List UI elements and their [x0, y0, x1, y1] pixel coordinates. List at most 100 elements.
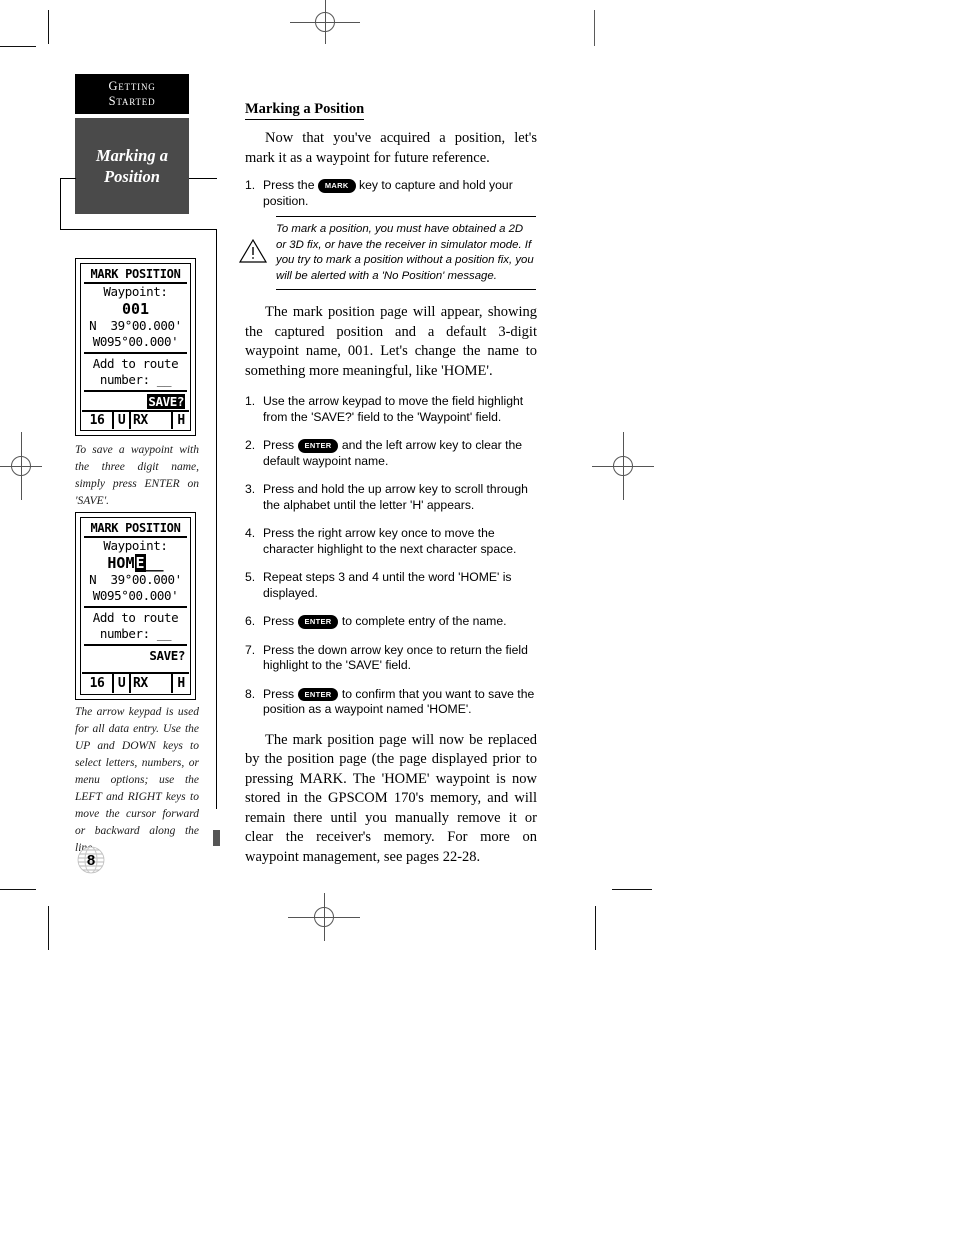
step-number: 4.: [245, 526, 256, 540]
gps-status-unit: U: [114, 674, 131, 693]
paragraph-mark-position-page: The mark position page will appear, show…: [245, 304, 537, 379]
section-tab-marking-a-position: Marking a Position: [75, 118, 189, 214]
gps-route-label: Add to route: [92, 610, 179, 625]
caption-second-screen: The arrow keypad is used for all data en…: [75, 706, 199, 854]
gps-waypoint-label: Waypoint:: [103, 284, 168, 299]
gps-status-sats: 16: [82, 674, 114, 693]
gps-longitude: W095°00.000': [92, 588, 179, 603]
gps-route-number: number: __: [99, 626, 172, 641]
list-item: 1. Press the MARK key to capture and hold…: [245, 178, 537, 209]
gps-divider-lower: [84, 390, 187, 392]
gps-divider-lower: [84, 644, 187, 646]
registration-mark-top: [290, 0, 360, 44]
gps-screen-mark-position-default: MARK POSITION Waypoint: 001 N 39°00.000'…: [75, 258, 196, 436]
step-text-pre: Press and hold the up arrow key to scrol…: [263, 482, 528, 512]
registration-mark-right: [592, 432, 654, 500]
step-number: 1.: [245, 394, 256, 408]
warning-note: To mark a position, you must have obtain…: [238, 216, 538, 290]
crop-mark-top-left-vertical: [48, 10, 49, 44]
gps-status-flag: H: [177, 676, 185, 691]
gps-status-mode: RX: [131, 412, 173, 429]
enter-key-badge: ENTER: [297, 439, 339, 453]
registration-mark-bottom: [288, 893, 360, 941]
gps-divider-upper: [84, 352, 187, 354]
caption-first-screen: To save a waypoint with the three digit …: [75, 444, 199, 507]
list-item: 1. Use the arrow keypad to move the field…: [245, 394, 537, 425]
list-item: 4. Press the right arrow key once to move…: [245, 526, 537, 557]
gps-waypoint-prefix: HOM: [107, 554, 135, 572]
gps-longitude: W095°00.000': [92, 334, 179, 349]
mark-key-badge: MARK: [317, 179, 356, 193]
gps-status-unit: U: [114, 412, 131, 429]
chapter-tab-line1: Getting: [108, 79, 156, 93]
registration-mark-left: [0, 432, 42, 500]
list-item: 6. Press ENTER to complete entry of the n…: [245, 614, 537, 630]
enter-key-badge: ENTER: [297, 687, 339, 701]
list-item: 8. Press ENTER to confirm that you want t…: [245, 687, 537, 718]
warning-triangle-icon: [238, 238, 268, 263]
gps-status-mode: RX: [131, 674, 173, 693]
step-text-pre: Press: [263, 686, 295, 701]
gps-screen-title: MARK POSITION: [84, 520, 187, 538]
step-number: 8.: [245, 686, 256, 701]
intro-paragraph: Now that you've acquired a position, let…: [245, 130, 537, 166]
step-text-pre: Press the right arrow key once to move t…: [263, 526, 517, 556]
step-number: 1.: [245, 178, 256, 192]
gps-waypoint-value: HOME__: [81, 554, 190, 572]
gps-latitude: N 39°00.000': [89, 318, 182, 333]
list-item: 5. Repeat steps 3 and 4 until the word 'H…: [245, 570, 537, 601]
paragraph-closing: The mark position page will now be repla…: [245, 731, 537, 865]
crop-mark-bottom-right-horizontal: [612, 889, 652, 890]
step-number: 2.: [245, 438, 256, 452]
registration-tick-right-upper: [594, 10, 595, 46]
gps-blank-area: [81, 664, 190, 672]
gps-latitude: N 39°00.000': [89, 572, 182, 587]
margin-tick-mark: [213, 830, 220, 846]
gps-save-field: SAVE?: [81, 394, 190, 410]
crop-mark-top-left-horizontal: [0, 46, 36, 47]
gps-status-sats: 16: [82, 412, 114, 429]
margin-rule-right-vertical: [216, 229, 217, 809]
step-text-pre: Use the arrow keypad to move the field h…: [263, 394, 524, 424]
tab-rule-right: [189, 178, 217, 179]
main-content-column: Marking a Position Now that you've acqui…: [245, 100, 537, 222]
gps-status-flag: H: [177, 413, 185, 428]
gps-waypoint-cursor-char: E: [134, 554, 146, 572]
enter-key-badge: ENTER: [297, 615, 339, 629]
list-item: 2. Press ENTER and the left arrow key to …: [245, 438, 537, 469]
gps-divider-upper: [84, 606, 187, 608]
note-divider-bottom: [276, 289, 536, 290]
gps-waypoint-suffix: __: [145, 554, 164, 572]
page-number: 8: [86, 851, 96, 869]
step-number: 5.: [245, 570, 256, 584]
gps-status-bar: 16 U RX H: [82, 410, 189, 429]
crop-mark-bottom-left-vertical: [48, 906, 49, 950]
crop-mark-bottom-left-horizontal: [0, 889, 36, 890]
gps-waypoint-label: Waypoint:: [103, 538, 168, 553]
step-text-pre: Repeat steps 3 and 4 until the word 'HOM…: [263, 570, 512, 600]
step-list-initial: 1. Press the MARK key to capture and hold…: [245, 178, 537, 209]
step-number: 6.: [245, 614, 256, 628]
step-text-post: to complete entry of the name.: [341, 614, 507, 628]
chapter-tab-line2: Started: [108, 94, 156, 108]
list-item: 3. Press and hold the up arrow key to scr…: [245, 482, 537, 513]
gps-save-label: SAVE?: [147, 394, 185, 409]
gps-screen-mark-position-home: MARK POSITION Waypoint: HOME__ N 39°00.0…: [75, 512, 196, 700]
step-text-pre: Press: [263, 438, 295, 452]
list-item: 7. Press the down arrow key once to retur…: [245, 643, 537, 674]
step-number: 3.: [245, 482, 256, 496]
gps-status-bar: 16 U RX H: [82, 672, 189, 693]
gps-save-field: SAVE?: [81, 648, 190, 664]
step-text-pre: Press the: [263, 178, 315, 192]
step-text-pre: Press: [263, 614, 295, 628]
margin-rule-bottom-horizontal: [60, 229, 217, 230]
main-content-lower: The mark position page will appear, show…: [245, 303, 537, 877]
gps-screen-title: MARK POSITION: [84, 266, 187, 284]
chapter-tab-getting-started: Getting Started: [75, 74, 189, 114]
tab-rule-left: [60, 178, 76, 179]
step-number: 7.: [245, 642, 256, 657]
gps-save-label: SAVE?: [149, 648, 185, 663]
gps-route-label: Add to route: [92, 356, 179, 371]
gps-waypoint-value: 001: [121, 300, 150, 318]
page-title: Marking a Position: [245, 101, 365, 120]
